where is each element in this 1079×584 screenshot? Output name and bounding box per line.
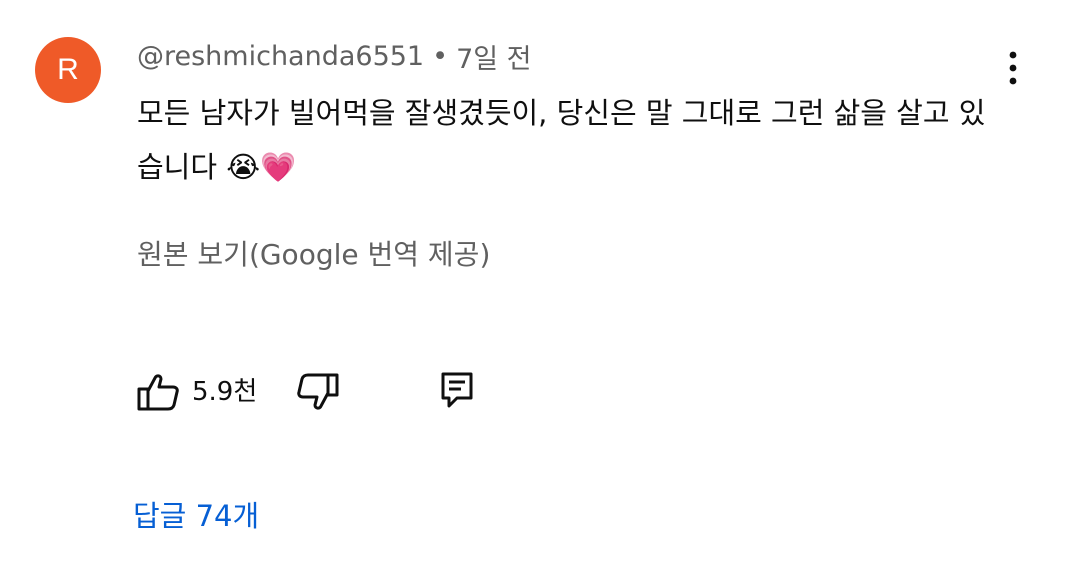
comment-text: 모든 남자가 빌어먹을 잘생겼듯이, 당신은 말 그대로 그런 삶을 살고 있습… xyxy=(137,96,986,184)
thumbs-down-icon[interactable] xyxy=(295,372,339,412)
view-original-link[interactable]: 원본 보기(Google 번역 제공) xyxy=(137,233,490,273)
author-handle[interactable]: @reshmichanda6551 xyxy=(137,41,424,72)
comment-header: @reshmichanda6551 • 7일 전 xyxy=(137,36,532,76)
more-vertical-icon[interactable] xyxy=(998,50,1028,86)
avatar[interactable]: R xyxy=(35,37,101,103)
avatar-letter: R xyxy=(57,53,79,86)
comment-actions: 5.9천 xyxy=(137,368,497,414)
reply-comment-icon[interactable] xyxy=(437,370,477,412)
thumbs-up-icon[interactable] xyxy=(137,372,181,412)
replies-link[interactable]: 답글 74개 xyxy=(133,493,259,535)
comment-time: 7일 전 xyxy=(456,43,532,75)
separator-dot: • xyxy=(432,40,449,72)
like-count: 5.9천 xyxy=(192,377,258,407)
